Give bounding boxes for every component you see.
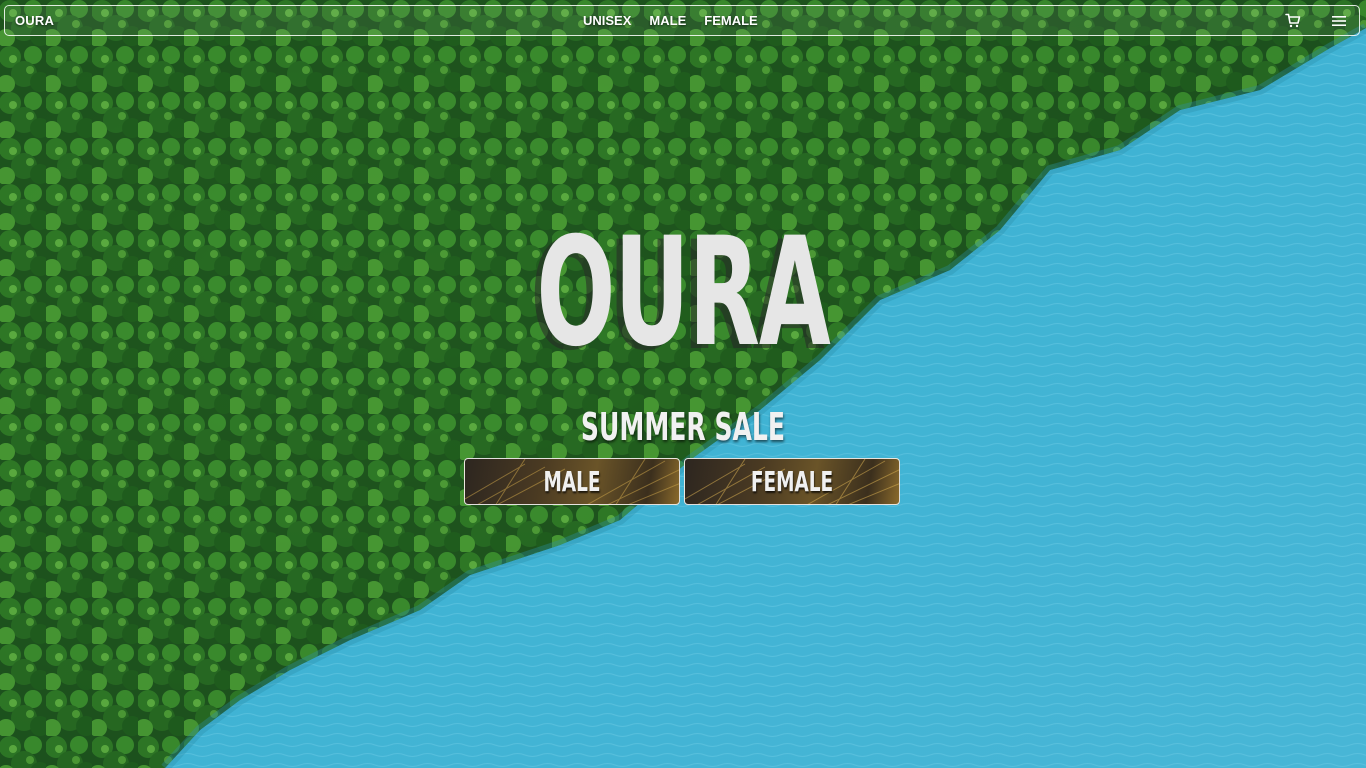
nav-link-male[interactable]: MALE [649,13,686,28]
menu-icon[interactable] [1331,13,1347,29]
cta-buttons: MALE FEMALE [464,458,900,505]
shop-male-button[interactable]: MALE [464,458,680,505]
top-navbar: OURA UNISEX MALE FEMALE [4,5,1360,36]
hero-title: OURA [536,206,830,380]
nav-icons [1285,6,1347,35]
cart-icon[interactable] [1285,13,1301,29]
shop-female-button[interactable]: FEMALE [684,458,900,505]
hero-background-image [0,0,1366,768]
hero-subtitle: SUMMER SALE [580,405,786,449]
brand-logo[interactable]: OURA [15,13,54,28]
nav-links: UNISEX MALE FEMALE [583,6,758,35]
nav-link-unisex[interactable]: UNISEX [583,13,631,28]
shop-male-label: MALE [543,465,601,498]
landing-page: OURA UNISEX MALE FEMALE OURA SUMMER SALE… [0,0,1366,768]
nav-link-female[interactable]: FEMALE [704,13,757,28]
shop-female-label: FEMALE [750,465,834,498]
